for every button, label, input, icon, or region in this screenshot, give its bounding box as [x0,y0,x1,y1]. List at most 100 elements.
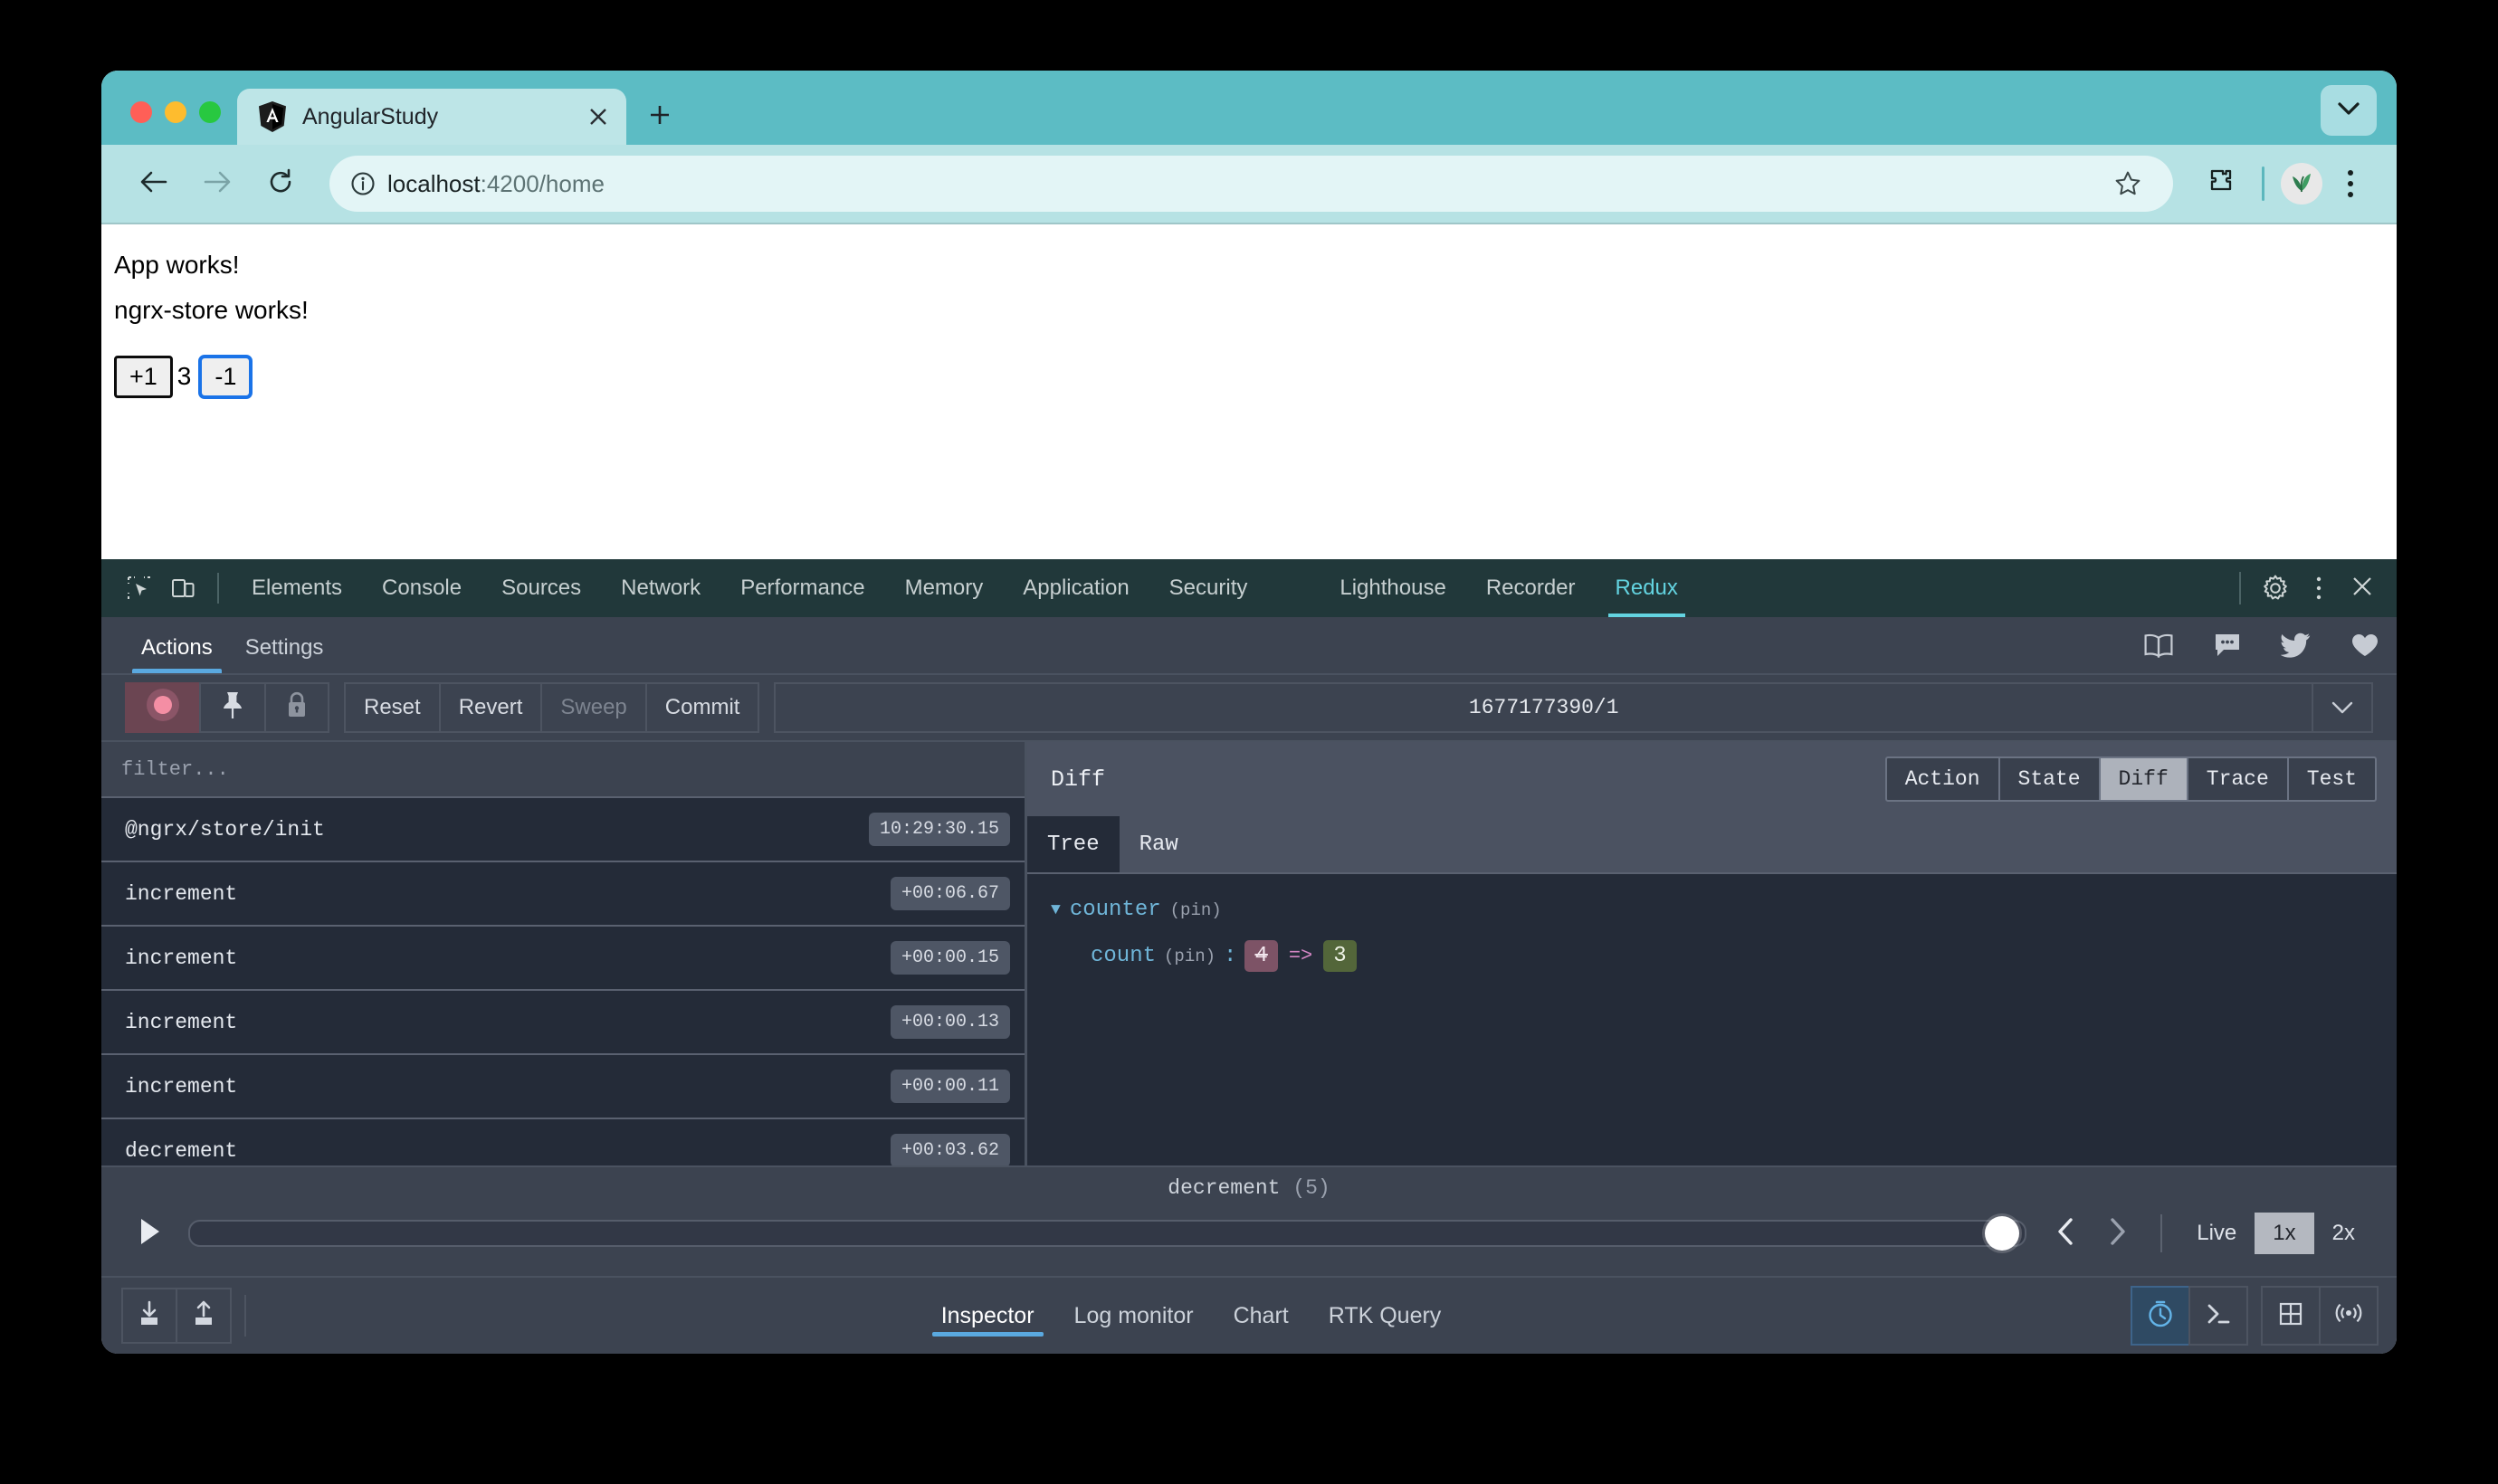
maximize-window-button[interactable] [199,101,221,123]
redux-main-area: filter... @ngrx/store/init 10:29:30.15 i… [101,740,2397,1165]
subtab-actions[interactable]: Actions [125,635,229,673]
heart-icon[interactable] [2346,626,2384,664]
gear-icon[interactable] [2254,566,2297,610]
devtools-more-button[interactable] [2297,566,2341,610]
twitter-bird-icon[interactable] [2277,626,2315,664]
monitor-tab-chart[interactable]: Chart [1214,1288,1309,1344]
playback-action-name: decrement [1168,1176,1281,1200]
timetravel-slider-thumb[interactable] [1985,1216,2020,1251]
close-window-button[interactable] [130,101,152,123]
monitor-tab-rtk-query[interactable]: RTK Query [1309,1288,1462,1344]
timer-mode-button[interactable] [2131,1286,2190,1346]
tab-search-button[interactable] [2321,85,2377,136]
page-viewport: App works! ngrx-store works! +1 3 -1 [101,223,2397,460]
diff-tree-root[interactable]: ▼ counter (pin) [1051,898,2397,922]
chevron-down-icon[interactable]: ▼ [1051,901,1061,919]
step-back-button[interactable] [2039,1208,2092,1259]
chevron-left-icon [2055,1217,2075,1251]
action-timestamp: +00:00.15 [890,941,1010,975]
view-action-button[interactable]: Action [1884,756,2000,802]
action-filter-field[interactable]: filter... [101,742,1025,798]
devtools-close-button[interactable] [2341,566,2384,610]
record-button[interactable] [125,682,201,733]
commit-button[interactable]: Commit [644,682,760,733]
action-row[interactable]: increment +00:00.15 [101,927,1025,991]
minimize-window-button[interactable] [165,101,186,123]
increment-button[interactable]: +1 [114,355,173,399]
browser-menu-button[interactable] [2328,157,2373,210]
subtab-settings[interactable]: Settings [229,635,340,673]
step-forward-button[interactable] [2092,1208,2144,1259]
star-icon[interactable] [2106,162,2150,205]
tab-sources[interactable]: Sources [481,559,601,617]
chat-bubble-icon[interactable] [2208,626,2246,664]
view-trace-button[interactable]: Trace [2186,756,2289,802]
reload-icon [267,168,294,200]
pin-button[interactable] [199,682,266,733]
timetravel-slider[interactable] [188,1216,2027,1251]
tab-lighthouse[interactable]: Lighthouse [1320,559,1465,617]
speed-2x-button[interactable]: 2x [2314,1213,2373,1254]
tab-security[interactable]: Security [1149,559,1268,617]
forward-button[interactable] [188,155,246,213]
instance-selector-value: 1677177390/1 [1468,696,1619,719]
ngrx-store-works-text: ngrx-store works! [114,295,309,324]
action-name: increment [125,946,238,970]
revert-button[interactable]: Revert [438,682,543,733]
detail-pane: Diff Action State Diff Trace Test Tree R… [1027,742,2397,1165]
book-icon[interactable] [2140,626,2178,664]
export-button[interactable] [176,1288,232,1344]
view-state-button[interactable]: State [1997,756,2101,802]
action-row[interactable]: @ngrx/store/init 10:29:30.15 [101,798,1025,862]
tab-memory[interactable]: Memory [885,559,1004,617]
broadcast-mode-button[interactable] [2319,1286,2379,1346]
back-button[interactable] [125,155,183,213]
play-button[interactable] [125,1208,176,1259]
monitor-tab-inspector[interactable]: Inspector [921,1288,1054,1344]
format-tab-tree[interactable]: Tree [1027,816,1120,872]
tab-performance[interactable]: Performance [720,559,884,617]
extensions-button[interactable] [2193,157,2245,210]
browser-tab[interactable]: AngularStudy [237,89,626,145]
terminal-icon [2205,1300,2232,1332]
decrement-button[interactable]: -1 [198,354,253,400]
view-test-button[interactable]: Test [2286,756,2377,802]
info-circle-icon[interactable] [338,159,387,208]
action-row[interactable]: increment +00:06.67 [101,862,1025,927]
diff-format-tabs: Tree Raw [1027,816,2397,874]
terminal-mode-button[interactable] [2188,1286,2248,1346]
pin-icon [219,690,246,726]
tab-application[interactable]: Application [1003,559,1149,617]
tab-network[interactable]: Network [601,559,720,617]
sweep-button[interactable]: Sweep [540,682,647,733]
inspect-element-icon[interactable] [118,566,161,610]
tab-redux[interactable]: Redux [1596,559,1698,617]
action-row[interactable]: increment +00:00.11 [101,1055,1025,1119]
lock-button[interactable] [264,682,329,733]
tab-elements[interactable]: Elements [232,559,362,617]
action-row[interactable]: increment +00:00.13 [101,991,1025,1055]
avatar[interactable] [2281,163,2322,205]
format-tab-raw[interactable]: Raw [1120,816,1198,872]
instance-selector[interactable]: 1677177390/1 [774,682,2373,733]
tab-console[interactable]: Console [362,559,481,617]
monitor-tab-log-monitor[interactable]: Log monitor [1054,1288,1214,1344]
import-button[interactable] [121,1288,177,1344]
live-button[interactable]: Live [2179,1213,2255,1254]
address-bar[interactable]: localhost:4200/home [329,156,2173,212]
action-name: @ngrx/store/init [125,817,325,842]
diff-tree-child: count (pin) : 4 => 3 [1051,940,2397,972]
close-icon[interactable] [583,101,614,132]
playback-bar: decrement (5) Live 1x 2x [101,1165,2397,1276]
record-circle-icon [145,687,181,729]
grid-layout-mode-button[interactable] [2261,1286,2321,1346]
speed-1x-button[interactable]: 1x [2255,1213,2314,1254]
tab-recorder[interactable]: Recorder [1466,559,1596,617]
view-diff-button[interactable]: Diff [2098,756,2188,802]
new-tab-button[interactable] [637,92,682,138]
angular-logo-icon [257,101,288,132]
action-row[interactable]: decrement +00:03.62 [101,1119,1025,1165]
reset-button[interactable]: Reset [344,682,441,733]
reload-button[interactable] [252,155,310,213]
device-toolbar-icon[interactable] [161,566,205,610]
